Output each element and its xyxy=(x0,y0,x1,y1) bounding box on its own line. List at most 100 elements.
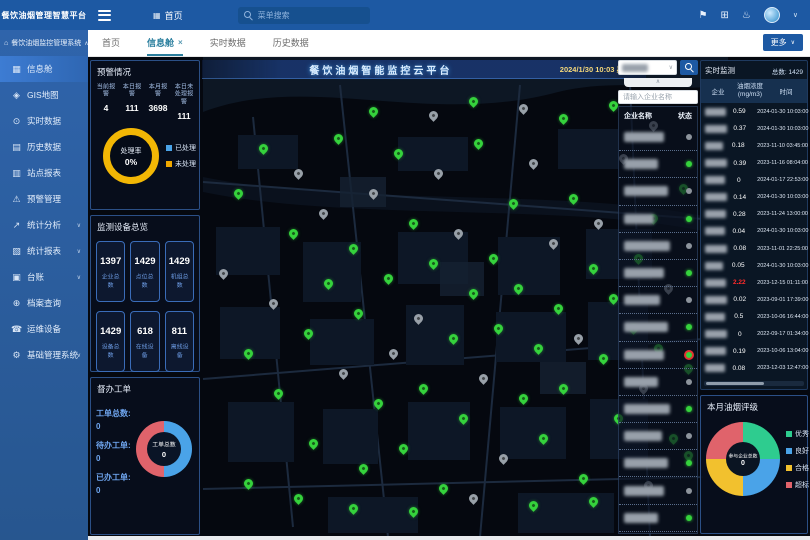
company-search-button[interactable] xyxy=(680,60,698,75)
device-stat-card-1: 1429点位总数 xyxy=(130,241,159,302)
company-status-dot xyxy=(686,406,692,412)
warning-stat-label: 本日未处理报警 xyxy=(173,84,194,106)
sidebar-item-3[interactable]: ▤历史数据 xyxy=(0,134,88,160)
scrollbar-thumb[interactable] xyxy=(706,382,764,385)
company-list-row-7[interactable] xyxy=(619,314,697,341)
warning-manage-icon: ⚠ xyxy=(11,194,22,205)
realtime-row-13[interactable]: 02022-09-17 01:34:00 xyxy=(701,325,807,342)
tab-3[interactable]: 历史数据 xyxy=(273,30,309,56)
sidebar-item-8[interactable]: ▣台账∨ xyxy=(0,264,88,290)
sidebar-item-label: 实时数据 xyxy=(27,115,61,127)
sidebar-item-label: 预警管理 xyxy=(27,193,61,205)
realtime-row-7[interactable]: 0.042024-01-30 10:03:00 xyxy=(701,223,807,240)
realtime-row-2[interactable]: 0.182023-11-10 03:45:00 xyxy=(701,137,807,154)
company-list-row-12[interactable] xyxy=(619,450,697,477)
realtime-row-8[interactable]: 0.082023-11-01 22:25:00 xyxy=(701,240,807,257)
tab-1[interactable]: 信息舱× xyxy=(147,30,183,56)
tab-2[interactable]: 实时数据 xyxy=(210,30,246,56)
concentration-value: 0 xyxy=(727,331,753,338)
company-list-row-13[interactable] xyxy=(619,477,697,504)
sidebar-item-6[interactable]: ↗统计分析∨ xyxy=(0,212,88,238)
warning-panel: 预警情况 当前报警4本日报警111本月报警3698本日未处理报警111 处理率 … xyxy=(90,60,200,210)
flag-icon[interactable]: ⚑ xyxy=(699,10,708,21)
company-list-row-3[interactable] xyxy=(619,206,697,233)
sidebar-item-10[interactable]: ☎运维设备 xyxy=(0,316,88,342)
company-list-row-1[interactable] xyxy=(619,151,697,178)
redacted-company-name xyxy=(705,176,725,184)
company-filter-select[interactable]: ∨ xyxy=(618,60,677,75)
menu-search-input[interactable]: 菜单搜索 xyxy=(238,7,370,24)
company-list-row-0[interactable] xyxy=(619,124,697,151)
flame-icon[interactable]: ♨ xyxy=(742,10,751,21)
sidebar-item-label: 台账 xyxy=(27,271,44,283)
realtime-row-5[interactable]: 0.142024-01-30 10:03:00 xyxy=(701,189,807,206)
sidebar-item-2[interactable]: ⊙实时数据 xyxy=(0,108,88,134)
redacted-company-name xyxy=(624,513,658,523)
device-stat-value: 1429 xyxy=(97,326,124,337)
more-button[interactable]: 更多 ∨ xyxy=(763,34,803,51)
company-list-row-10[interactable] xyxy=(619,396,697,423)
company-list-row-8[interactable] xyxy=(619,342,697,369)
realtime-row-1[interactable]: 0.372024-01-30 10:03:00 xyxy=(701,120,807,137)
page-scrollbar-track[interactable] xyxy=(88,536,810,540)
sidebar-item-5[interactable]: ⚠ 预警管理 xyxy=(0,186,88,212)
device-panel-title: 监测设备总览 xyxy=(91,216,199,236)
apps-grid-icon[interactable]: ⊞ xyxy=(721,10,729,21)
tab-0[interactable]: 首页 xyxy=(102,30,120,56)
realtime-row-4[interactable]: 02024-01-17 22:53:00 xyxy=(701,172,807,189)
realtime-total-count: 总数: 1429 xyxy=(772,66,803,76)
company-status-dot xyxy=(686,188,692,194)
company-list-row-11[interactable] xyxy=(619,423,697,450)
company-list-row-2[interactable] xyxy=(619,178,697,205)
stat-analysis-icon: ↗ xyxy=(11,220,22,231)
reading-time: 2023-11-16 08:04:00 xyxy=(757,160,805,166)
collapse-toggle[interactable]: ∧ xyxy=(624,78,692,87)
col-time: 时间 xyxy=(767,86,805,96)
gauge-value: 0% xyxy=(125,157,137,167)
sidebar-item-1[interactable]: ◈GIS地图 xyxy=(0,82,88,108)
workorder-label-1: 待办工单: xyxy=(96,440,131,451)
redacted-company-name xyxy=(624,431,662,441)
company-list-row-6[interactable] xyxy=(619,287,697,314)
device-stat-grid: 1397企业总数1429点位总数1429机组总数1429设备总数618在线设备8… xyxy=(91,236,199,377)
sidebar-group-header[interactable]: ⌂ 餐饮油烟监控管理系统 ∧ xyxy=(0,30,88,56)
realtime-row-14[interactable]: 0.192023-10-06 13:04:00 xyxy=(701,343,807,360)
user-avatar[interactable] xyxy=(764,7,780,23)
company-list-row-9[interactable] xyxy=(619,369,697,396)
sidebar-item-11[interactable]: ⚙基础管理系统∨ xyxy=(0,342,88,368)
close-icon[interactable]: × xyxy=(178,38,183,47)
company-list-row-14[interactable] xyxy=(619,505,697,532)
workorder-value-2: 0 xyxy=(96,486,131,495)
sidebar-item-7[interactable]: ▧统计报表∨ xyxy=(0,238,88,264)
redacted-company-name xyxy=(705,227,725,235)
realtime-row-3[interactable]: 0.392023-11-16 08:04:00 xyxy=(701,155,807,172)
realtime-row-0[interactable]: 0.592024-01-30 10:03:00 xyxy=(701,103,807,120)
realtime-row-6[interactable]: 0.282023-11-24 13:00:00 xyxy=(701,206,807,223)
sidebar-item-0[interactable]: ▦信息舱 xyxy=(0,56,88,82)
company-name-input[interactable]: 请输入企业名称 xyxy=(618,90,698,104)
concentration-value: 0.19 xyxy=(726,348,753,355)
horizontal-scrollbar[interactable] xyxy=(704,381,804,386)
company-list-row-5[interactable] xyxy=(619,260,697,287)
sidebar-item-4[interactable]: ▥站点报表 xyxy=(0,160,88,186)
concentration-value: 0.04 xyxy=(725,228,753,235)
legend-label: 超标 xyxy=(795,480,809,490)
realtime-row-12[interactable]: 0.52023-10-06 16:44:00 xyxy=(701,308,807,325)
reading-time: 2023-12-15 01:11:00 xyxy=(757,280,805,286)
realtime-row-10[interactable]: 2.222023-12-15 01:11:00 xyxy=(701,274,807,291)
user-menu-chevron-down-icon[interactable]: ∨ xyxy=(793,11,798,19)
realtime-row-15[interactable]: 0.082023-12-03 12:47:00 xyxy=(701,360,807,377)
realtime-row-9[interactable]: 0.052024-01-30 10:03:00 xyxy=(701,257,807,274)
tab-label: 首页 xyxy=(102,36,120,49)
concentration-value: 0.02 xyxy=(727,296,753,303)
concentration-value: 0.08 xyxy=(725,365,753,372)
sidebar-item-9[interactable]: ⊕档案查询 xyxy=(0,290,88,316)
realtime-row-11[interactable]: 0.022023-09-01 17:39:00 xyxy=(701,291,807,308)
legend-item: 超标 xyxy=(786,480,809,490)
nav-home-link[interactable]: ▦ 首页 xyxy=(153,9,183,22)
warning-stat-label: 本日报警 xyxy=(121,84,142,99)
hamburger-menu-icon[interactable] xyxy=(98,10,111,21)
company-list-row-4[interactable] xyxy=(619,233,697,260)
workorder-value-1: 0 xyxy=(96,454,131,463)
concentration-value: 0.5 xyxy=(725,313,753,320)
